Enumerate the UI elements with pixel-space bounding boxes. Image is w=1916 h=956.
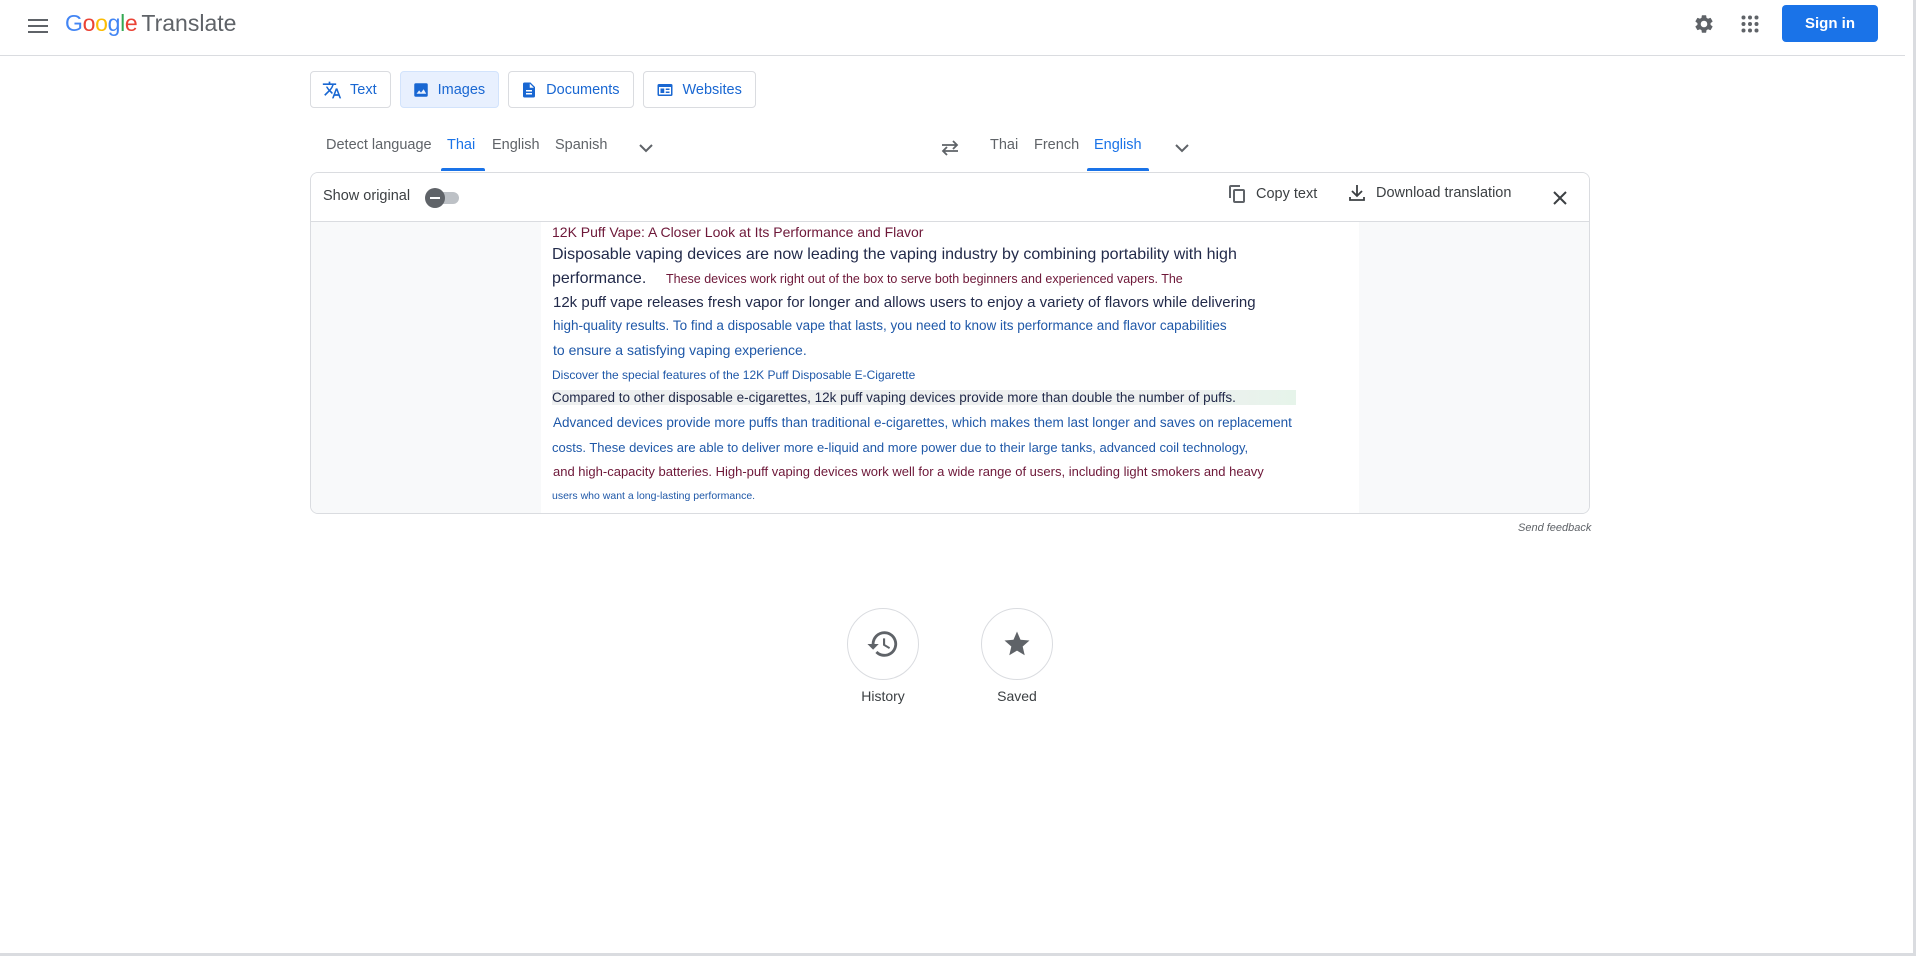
swap-icon	[941, 140, 959, 156]
toggle-knob	[425, 188, 445, 208]
target-lang-thai[interactable]: Thai	[990, 137, 1018, 153]
history-icon	[867, 631, 898, 657]
show-original-label: Show original	[323, 188, 411, 204]
tab-websites[interactable]: Websites	[642, 71, 756, 108]
translated-line: 12K Puff Vape: A Closer Look at Its Perf…	[552, 224, 924, 240]
translated-line: These devices work right out of the box …	[666, 272, 1183, 286]
copy-text-button[interactable]: Copy text	[1228, 184, 1317, 204]
target-lang-underline	[1087, 168, 1149, 171]
website-icon	[657, 83, 672, 96]
translated-line: users who want a long-lasting performanc…	[552, 490, 756, 502]
target-lang-french[interactable]: French	[1034, 137, 1079, 153]
source-lang-underline	[441, 168, 485, 171]
document-icon	[523, 82, 536, 97]
download-translation-label: Download translation	[1376, 185, 1512, 201]
tab-text-label: Text	[350, 81, 377, 98]
translated-line: high-quality results. To find a disposab…	[553, 318, 1227, 333]
copy-text-label: Copy text	[1256, 186, 1318, 202]
translated-line: to ensure a satisfying vaping experience…	[553, 342, 807, 358]
send-feedback-link[interactable]: Send feedback	[1518, 522, 1591, 534]
saved-label: Saved	[997, 688, 1037, 704]
translated-line: and high-capacity batteries. High-puff v…	[553, 464, 1264, 479]
hamburger-menu-icon	[28, 19, 48, 33]
tab-websites-label: Websites	[682, 81, 742, 98]
star-icon	[1004, 631, 1030, 656]
close-icon	[1553, 191, 1567, 205]
main-menu-button[interactable]	[22, 10, 54, 42]
settings-button[interactable]	[1688, 8, 1720, 40]
target-lang-english[interactable]: English	[1094, 137, 1142, 153]
tab-images-label: Images	[437, 81, 486, 98]
gear-icon	[1695, 15, 1713, 33]
tab-documents[interactable]: Documents	[508, 71, 634, 108]
google-translate-page: Google Translate Sign in Text Images Docu…	[0, 0, 1916, 956]
panel-toolbar: Show original Copy text Download transla…	[311, 173, 1589, 222]
source-lang-spanish[interactable]: Spanish	[555, 137, 607, 153]
translated-image: 12K Puff Vape: A Closer Look at Its Perf…	[541, 222, 1359, 513]
image-icon	[413, 82, 428, 97]
tab-text[interactable]: Text	[310, 71, 391, 108]
chevron-down-icon	[639, 143, 653, 152]
translation-mode-tabs: Text Images Documents Websites	[310, 71, 756, 108]
translated-line: Advanced devices provide more puffs than…	[553, 415, 1292, 430]
download-icon	[1349, 185, 1365, 201]
target-more-languages-button[interactable]	[1170, 136, 1194, 160]
source-more-languages-button[interactable]	[634, 136, 658, 160]
history-label: History	[861, 688, 905, 704]
source-lang-detect[interactable]: Detect language	[326, 137, 432, 153]
saved-button[interactable]	[981, 608, 1053, 680]
close-image-button[interactable]	[1547, 185, 1573, 211]
swap-languages-button[interactable]	[938, 136, 962, 160]
tab-images[interactable]: Images	[399, 71, 500, 108]
translated-line: performance.	[552, 270, 647, 287]
download-translation-button[interactable]: Download translation	[1348, 184, 1511, 202]
translated-line: Disposable vaping devices are now leadin…	[552, 246, 1237, 263]
top-app-bar: Google Translate Sign in	[0, 0, 1905, 56]
translated-line: Compared to other disposable e-cigarette…	[552, 390, 1296, 405]
translated-line: Discover the special features of the 12K…	[552, 368, 916, 382]
sign-in-button[interactable]: Sign in	[1782, 5, 1878, 42]
translate-icon	[322, 81, 342, 98]
copy-icon	[1229, 185, 1245, 203]
show-original-toggle[interactable]	[425, 188, 461, 208]
image-translation-panel: Show original Copy text Download transla…	[310, 172, 1590, 514]
google-apps-button[interactable]	[1734, 8, 1766, 40]
source-lang-english[interactable]: English	[492, 137, 540, 153]
translated-image-area: 12K Puff Vape: A Closer Look at Its Perf…	[311, 222, 1589, 513]
product-name: Translate	[141, 10, 237, 36]
tab-documents-label: Documents	[546, 81, 620, 98]
google-translate-logo[interactable]: Google Translate	[65, 9, 236, 37]
chevron-down-icon	[1175, 143, 1189, 152]
translated-line: costs. These devices are able to deliver…	[552, 440, 1249, 455]
source-lang-thai[interactable]: Thai	[447, 137, 475, 153]
translated-line: 12k puff vape releases fresh vapor for l…	[553, 294, 1256, 311]
apps-grid-icon	[1741, 15, 1759, 33]
language-bar: Detect language Thai English Spanish Tha…	[310, 126, 1590, 172]
history-button[interactable]	[847, 608, 919, 680]
google-wordmark: Google	[65, 10, 138, 36]
